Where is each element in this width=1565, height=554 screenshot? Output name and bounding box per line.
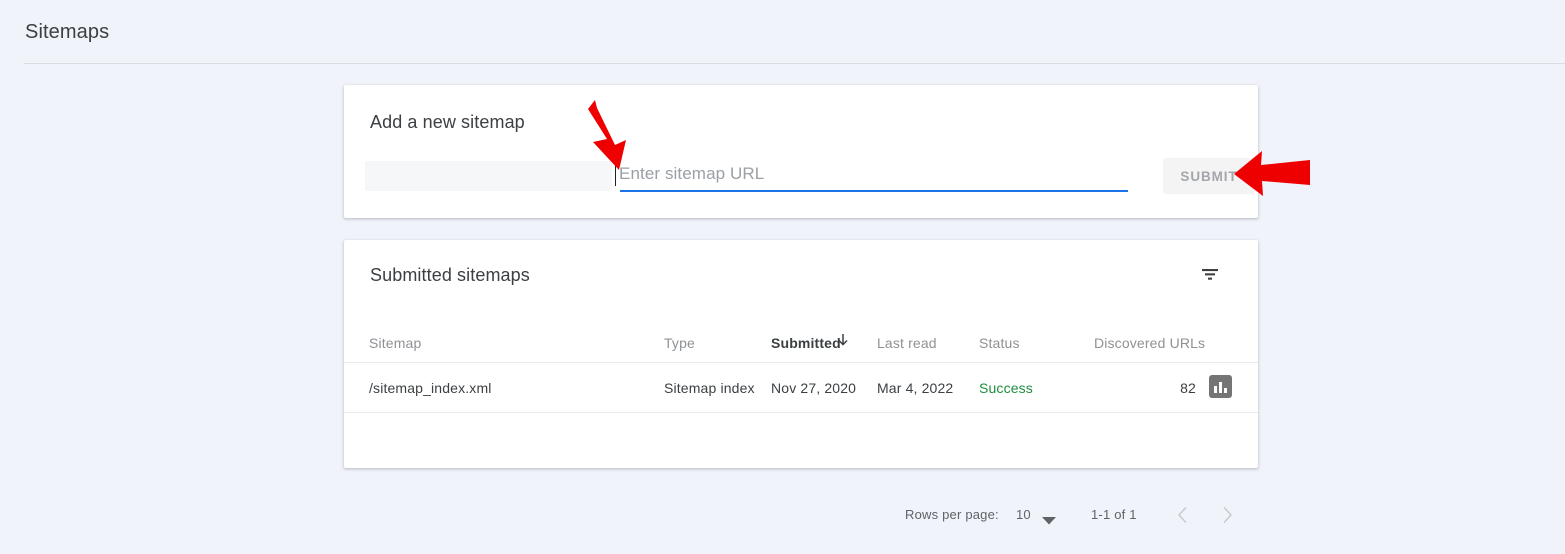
column-header-last-read[interactable]: Last read xyxy=(877,333,937,353)
chevron-right-icon[interactable] xyxy=(1215,503,1239,527)
text-caret xyxy=(615,161,616,186)
submitted-sitemaps-title: Submitted sitemaps xyxy=(370,265,530,285)
cell-submitted: Nov 27, 2020 xyxy=(771,380,857,396)
column-header-status[interactable]: Status xyxy=(979,333,1020,353)
sitemap-url-row: Enter sitemap URL SUBMIT xyxy=(365,158,1258,199)
pagination-range-label: 1-1 of 1 xyxy=(1091,507,1137,522)
sitemap-url-input[interactable]: Enter sitemap URL xyxy=(615,159,1128,199)
table-header-row: Sitemap Type Submitted Last read Status … xyxy=(344,316,1258,362)
rows-per-page-value[interactable]: 10 xyxy=(1016,505,1031,525)
bar-chart-bar-1 xyxy=(1214,386,1217,393)
column-header-type[interactable]: Type xyxy=(664,333,695,353)
chevron-left-icon[interactable] xyxy=(1171,503,1195,527)
sitemaps-table: Sitemap Type Submitted Last read Status … xyxy=(344,316,1258,525)
chevron-down-icon[interactable] xyxy=(1042,512,1056,530)
cell-discovered-urls: 82 xyxy=(1180,380,1196,396)
bar-chart-bar-3 xyxy=(1224,388,1227,393)
cell-type: Sitemap index xyxy=(664,380,755,396)
header-divider xyxy=(24,63,1565,64)
table-pagination: Rows per page: 10 1-1 of 1 xyxy=(344,487,1258,544)
sitemap-url-placeholder: Enter sitemap URL xyxy=(619,164,765,183)
column-header-submitted[interactable]: Submitted xyxy=(771,333,841,353)
bar-chart-icon[interactable] xyxy=(1209,375,1232,398)
column-header-discovered-urls[interactable]: Discovered URLs xyxy=(1094,333,1205,353)
submit-button[interactable]: SUBMIT xyxy=(1163,158,1255,194)
page-title: Sitemaps xyxy=(25,21,110,43)
table-row[interactable]: /sitemap_index.xml Sitemap index Nov 27,… xyxy=(344,362,1258,413)
sitemap-url-prefix xyxy=(365,161,612,191)
filter-icon[interactable] xyxy=(1198,262,1222,286)
page-header: Sitemaps xyxy=(0,0,1565,64)
add-sitemap-card: Add a new sitemap Enter sitemap URL SUBM… xyxy=(344,85,1258,218)
sort-descending-icon xyxy=(835,332,851,348)
column-header-sitemap[interactable]: Sitemap xyxy=(369,333,421,353)
bar-chart-bar-2 xyxy=(1219,382,1222,393)
cell-status: Success xyxy=(979,380,1033,396)
add-sitemap-title: Add a new sitemap xyxy=(370,112,525,132)
cell-last-read: Mar 4, 2022 xyxy=(877,380,954,396)
input-focus-underline xyxy=(620,190,1128,192)
rows-per-page-label: Rows per page: xyxy=(905,507,999,522)
cell-sitemap[interactable]: /sitemap_index.xml xyxy=(369,378,492,398)
submitted-sitemaps-card: Submitted sitemaps Sitemap Type Submitte… xyxy=(344,240,1258,525)
